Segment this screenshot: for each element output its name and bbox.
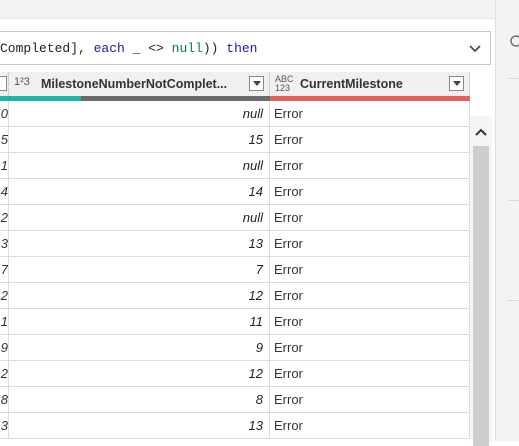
table-row[interactable]: 3 13 Error <box>0 413 470 439</box>
table-row[interactable]: 1 null Error <box>0 153 470 179</box>
current-milestone-cell[interactable]: Error <box>270 205 470 231</box>
milestone-number-cell[interactable]: 15 <box>9 127 270 153</box>
milestone-number-cell[interactable]: 12 <box>9 283 270 309</box>
row-index-cell[interactable]: 7 <box>0 257 9 283</box>
row-index-cell[interactable]: 2 <box>0 361 9 387</box>
formula-keyword-each: each <box>93 41 125 56</box>
number-type-icon[interactable]: 1²3 <box>14 76 30 88</box>
row-index-cell[interactable]: 8 <box>0 387 9 413</box>
data-grid: 1²3 MilestoneNumberNotComplet... ABC 123… <box>0 72 470 441</box>
table-row[interactable]: 3 13 Error <box>0 231 470 257</box>
milestone-number-cell[interactable]: 13 <box>9 413 270 439</box>
row-index-cell[interactable]: 3 <box>0 413 9 439</box>
current-milestone-cell[interactable]: Error <box>270 283 470 309</box>
table-row[interactable]: 4 14 Error <box>0 179 470 205</box>
milestone-number-cell[interactable]: 7 <box>9 257 270 283</box>
row-index-cell[interactable]: 5 <box>0 127 9 153</box>
table-row[interactable]: 8 8 Error <box>0 387 470 413</box>
row-index-cell[interactable]: 3 <box>0 231 9 257</box>
filter-dropdown-icon[interactable] <box>249 76 264 91</box>
table-row[interactable]: 0 null Error <box>0 101 470 127</box>
current-milestone-cell[interactable]: Error <box>270 361 470 387</box>
milestone-number-cell[interactable]: null <box>9 153 270 179</box>
current-milestone-cell[interactable]: Error <box>270 101 470 127</box>
formula-null: null <box>171 41 203 56</box>
scrollbar-thumb[interactable] <box>473 146 489 446</box>
panel-icon <box>510 34 519 50</box>
chevron-up-icon[interactable] <box>475 124 487 142</box>
milestone-number-cell[interactable]: 14 <box>9 179 270 205</box>
milestone-number-cell[interactable]: 11 <box>9 309 270 335</box>
chevron-down-icon[interactable] <box>468 42 482 56</box>
table-row[interactable]: 1 11 Error <box>0 309 470 335</box>
filter-dropdown-icon[interactable] <box>449 76 464 91</box>
milestone-number-cell[interactable]: null <box>9 101 270 127</box>
current-milestone-cell[interactable]: Error <box>270 413 470 439</box>
row-index-cell[interactable]: 2 <box>0 205 9 231</box>
formula-prefix: Completed], <box>0 41 94 56</box>
formula-text[interactable]: Completed], each _ <> null)) then <box>0 41 258 56</box>
current-milestone-cell[interactable]: Error <box>270 309 470 335</box>
milestone-number-cell[interactable]: 8 <box>9 387 270 413</box>
current-milestone-cell[interactable]: Error <box>270 179 470 205</box>
column-header-prev[interactable] <box>0 72 9 96</box>
column-header-current-milestone[interactable]: ABC 123 CurrentMilestone <box>270 72 470 96</box>
current-milestone-cell[interactable]: Error <box>270 153 470 179</box>
table-row[interactable]: 9 9 Error <box>0 335 470 361</box>
divider <box>508 200 519 201</box>
table-row[interactable]: 7 7 Error <box>0 257 470 283</box>
current-milestone-cell[interactable]: Error <box>270 231 470 257</box>
formula-keyword-then: then <box>226 41 258 56</box>
milestone-number-cell[interactable]: 13 <box>9 231 270 257</box>
filter-dropdown-icon[interactable] <box>0 76 7 91</box>
query-settings-panel[interactable] <box>495 0 519 441</box>
formula-middle: _ <> <box>124 41 172 56</box>
table-row[interactable]: 2 12 Error <box>0 361 470 387</box>
any-type-icon[interactable]: ABC 123 <box>275 75 295 93</box>
column-header-label: MilestoneNumberNotComplet... <box>41 77 228 91</box>
row-index-cell[interactable]: 1 <box>0 153 9 179</box>
current-milestone-cell[interactable]: Error <box>270 127 470 153</box>
formula-close: )) <box>202 41 227 56</box>
row-index-cell[interactable]: 0 <box>0 101 9 127</box>
current-milestone-cell[interactable]: Error <box>270 387 470 413</box>
column-header-label: CurrentMilestone <box>300 77 403 91</box>
row-index-cell[interactable]: 1 <box>0 309 9 335</box>
divider <box>0 18 495 19</box>
table-row[interactable]: 2 null Error <box>0 205 470 231</box>
formula-bar[interactable]: Completed], each _ <> null)) then <box>0 31 491 65</box>
row-index-cell[interactable]: 4 <box>0 179 9 205</box>
current-milestone-cell[interactable]: Error <box>270 257 470 283</box>
column-header-milestone-number[interactable]: 1²3 MilestoneNumberNotComplet... <box>9 72 270 96</box>
milestone-number-cell[interactable]: 9 <box>9 335 270 361</box>
divider <box>508 78 519 79</box>
table-row[interactable]: 2 12 Error <box>0 283 470 309</box>
table-row[interactable]: 5 15 Error <box>0 127 470 153</box>
divider <box>508 300 519 301</box>
vertical-scrollbar[interactable] <box>470 116 492 446</box>
current-milestone-cell[interactable]: Error <box>270 335 470 361</box>
row-index-cell[interactable]: 9 <box>0 335 9 361</box>
milestone-number-cell[interactable]: null <box>9 205 270 231</box>
milestone-number-cell[interactable]: 12 <box>9 361 270 387</box>
ribbon-area <box>0 0 495 18</box>
row-index-cell[interactable]: 2 <box>0 283 9 309</box>
